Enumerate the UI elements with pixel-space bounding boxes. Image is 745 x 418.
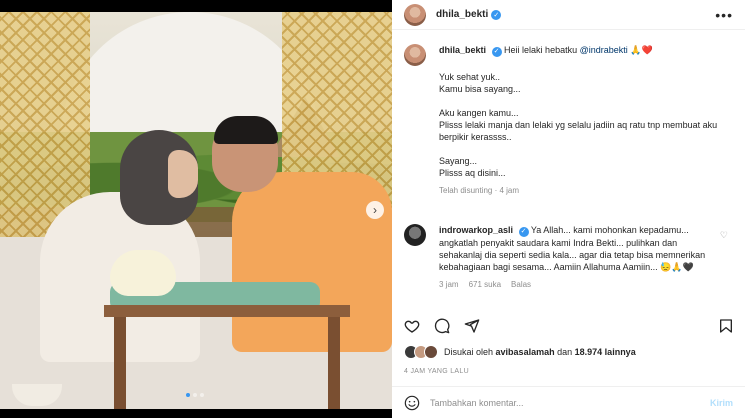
caption-lines: Yuk sehat yuk.. Kamu bisa sayang... Aku … [439, 71, 724, 179]
post-header: dhila_bekti ✓ ••• [392, 0, 745, 30]
caption-emojis: 🙏❤️ [630, 45, 653, 55]
bookmark-icon[interactable] [718, 318, 734, 334]
avatar [424, 345, 438, 359]
avatar[interactable] [404, 3, 426, 26]
caption-mention[interactable]: @indrabekti [580, 45, 628, 55]
caption-meta: Telah disunting · 4 jam [439, 186, 520, 195]
avatar[interactable] [404, 44, 426, 66]
caption-line: Plisss aq disini... [439, 168, 506, 178]
action-bar [404, 316, 734, 336]
post-comment-button[interactable]: Kirim [710, 398, 733, 408]
caption: dhila_bekti ✓ Heii lelaki hebatku @indra… [404, 44, 734, 197]
photo-teapot [110, 250, 176, 296]
caption-line: Plisss lelaki manja dan lelaki yg selalu… [439, 120, 718, 142]
caption-author[interactable]: dhila_bekti [439, 45, 486, 55]
comment-icon[interactable] [434, 318, 450, 334]
heart-icon[interactable]: ♡ [720, 230, 728, 241]
verified-icon: ✓ [491, 47, 502, 57]
share-icon[interactable] [464, 318, 480, 334]
carousel-dots [186, 393, 204, 397]
comment-bar: Kirim [392, 386, 745, 418]
verified-icon: ✓ [518, 227, 529, 237]
caption-line [439, 143, 724, 155]
carousel-dot [186, 393, 190, 397]
comment-item: indrowarkop_asli ✓ Ya Allah... kami moho… [404, 224, 734, 291]
comments-section: dhila_bekti ✓ Heii lelaki hebatku @indra… [392, 44, 745, 306]
caption-line: Sayang... [439, 156, 478, 166]
post-author[interactable]: dhila_bekti [436, 9, 488, 20]
comment-input[interactable] [430, 397, 710, 408]
comment-reply-button[interactable]: Balas [511, 279, 531, 291]
post-photo[interactable] [0, 12, 392, 409]
likes-count[interactable]: 18.974 lainnya [575, 347, 636, 357]
comment-time: 3 jam [439, 280, 459, 289]
verified-icon: ✓ [491, 9, 502, 20]
caption-line: Aku kangen kamu... [439, 108, 519, 118]
carousel-dot [200, 393, 204, 397]
comment-author[interactable]: indrowarkop_asli [439, 225, 513, 235]
liker-avatars [404, 345, 438, 359]
likes-user[interactable]: avibasalamah [496, 347, 555, 357]
emoji-icon[interactable] [404, 395, 420, 411]
caption-line [439, 95, 724, 107]
post-media[interactable]: › [0, 0, 392, 418]
caption-intro: Heii lelaki hebatku [504, 45, 578, 55]
chevron-right-icon: › [373, 203, 377, 217]
post-timestamp: 4 JAM YANG LALU [404, 368, 469, 375]
carousel-dot [193, 393, 197, 397]
post-panel: dhila_bekti ✓ ••• dhila_bekti ✓ Heii lel… [392, 0, 745, 418]
photo-man-hair [214, 116, 278, 144]
likes-prefix: Disukai oleh [444, 347, 494, 357]
likes-middle: dan [557, 347, 573, 357]
carousel-next-button[interactable]: › [366, 201, 384, 219]
photo-table [104, 297, 350, 409]
more-icon[interactable]: ••• [715, 7, 733, 23]
caption-line: Yuk sehat yuk.. [439, 72, 501, 82]
photo-woman-face [168, 150, 198, 198]
caption-line: Kamu bisa sayang... [439, 84, 521, 94]
likes-summary: Disukai oleh avibasalamah dan 18.974 lai… [404, 345, 636, 359]
comment-likes[interactable]: 671 suka [469, 279, 501, 291]
avatar[interactable] [404, 224, 426, 246]
heart-icon[interactable] [404, 318, 420, 334]
